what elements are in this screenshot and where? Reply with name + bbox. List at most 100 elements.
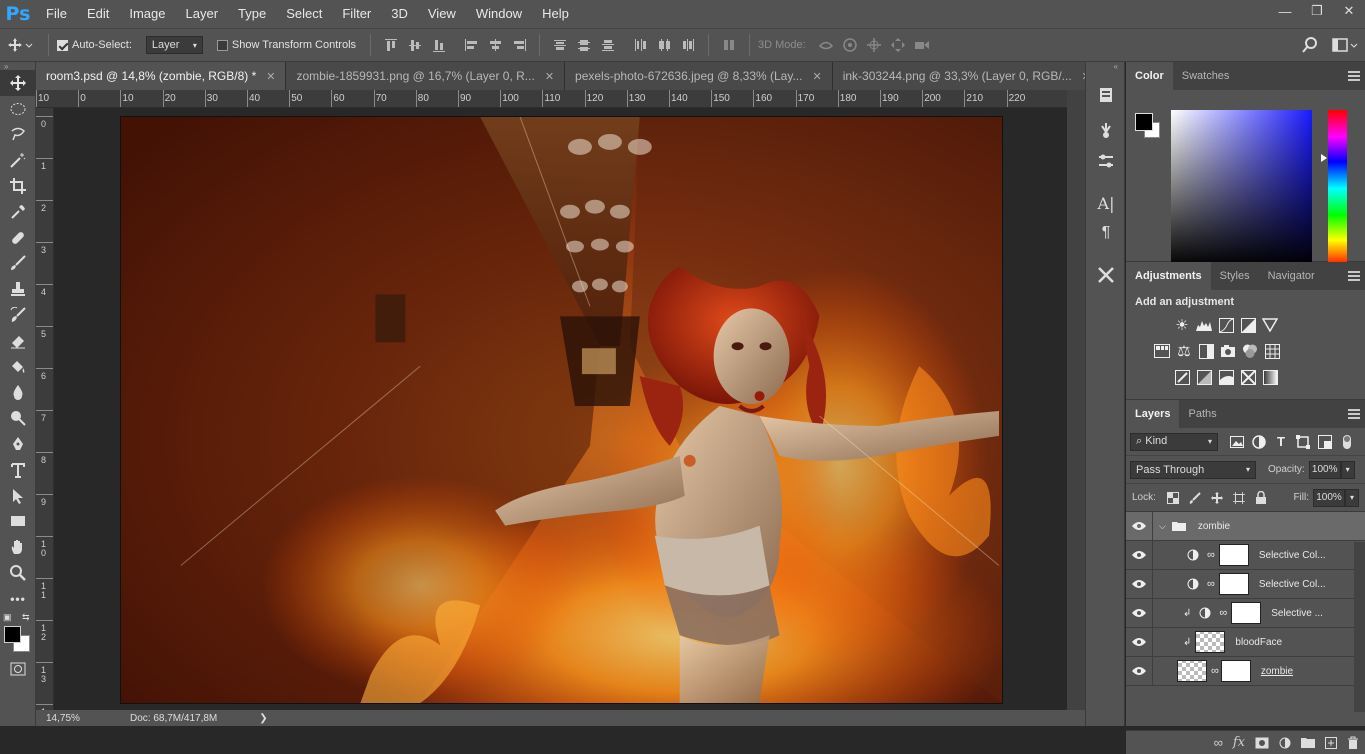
- tab-ink-png[interactable]: ink-303244.png @ 33,3% (Layer 0, RGB/...…: [832, 62, 1102, 90]
- eyedropper-tool-icon[interactable]: [0, 199, 36, 225]
- tool-presets-icon[interactable]: [1086, 260, 1126, 290]
- layer-name[interactable]: zombie: [1261, 666, 1293, 677]
- layer-row-selective-color-3[interactable]: ↲ ∞ Selective ...: [1126, 598, 1365, 628]
- link-icon[interactable]: ∞: [1219, 607, 1227, 619]
- 3d-pan-icon[interactable]: [862, 33, 886, 57]
- distribute-left-icon[interactable]: [628, 33, 652, 57]
- menu-3d[interactable]: 3D: [381, 0, 418, 28]
- brush-presets-icon[interactable]: [1086, 146, 1126, 176]
- new-group-icon[interactable]: [1301, 737, 1315, 748]
- black-white-icon[interactable]: [1195, 338, 1217, 364]
- layer-mask-thumbnail[interactable]: [1218, 544, 1249, 566]
- auto-select-checkbox[interactable]: [57, 39, 68, 51]
- swap-colors-icon[interactable]: ⇆: [22, 612, 30, 623]
- ruler-horizontal[interactable]: 10 0 10 20 30 40 50 60 70 80 90 100 110 120 130 140 150 1…: [36, 90, 1067, 108]
- tab-zombie-png[interactable]: zombie-1859931.png @ 16,7% (Layer 0, R..…: [286, 62, 566, 90]
- crop-tool-icon[interactable]: [0, 173, 36, 199]
- chevron-down-icon[interactable]: ▾: [1345, 488, 1359, 507]
- menu-select[interactable]: Select: [276, 0, 332, 28]
- tab-styles[interactable]: Styles: [1211, 262, 1259, 290]
- layer-row-selective-color-1[interactable]: ∞ Selective Col...: [1126, 540, 1365, 570]
- layer-row-bloodface[interactable]: ↲ bloodFace: [1126, 627, 1365, 657]
- vibrance-icon[interactable]: [1259, 312, 1281, 338]
- align-left-icon[interactable]: [459, 33, 483, 57]
- color-lookup-icon[interactable]: [1261, 338, 1283, 364]
- curves-icon[interactable]: [1215, 312, 1237, 338]
- menu-type[interactable]: Type: [228, 0, 276, 28]
- photo-filter-icon[interactable]: [1217, 338, 1239, 364]
- layer-name[interactable]: Selective Col...: [1259, 550, 1326, 561]
- auto-select-target-dropdown[interactable]: Layer ▾: [145, 36, 203, 54]
- lasso-tool-icon[interactable]: [0, 122, 36, 148]
- restore-icon[interactable]: ❐: [1301, 0, 1333, 22]
- auto-align-icon[interactable]: [717, 33, 741, 57]
- menu-view[interactable]: View: [418, 0, 466, 28]
- 3d-slide-icon[interactable]: [886, 33, 910, 57]
- type-tool-icon[interactable]: [0, 457, 36, 483]
- foreground-color-swatch[interactable]: [1135, 113, 1153, 131]
- magic-wand-tool-icon[interactable]: [0, 147, 36, 173]
- zoom-tool-icon[interactable]: [0, 560, 36, 586]
- visibility-eye-icon[interactable]: [1126, 666, 1152, 676]
- close-icon[interactable]: ✕: [545, 70, 554, 83]
- canvas-area[interactable]: [55, 108, 1067, 710]
- search-icon[interactable]: [1295, 37, 1325, 53]
- blur-tool-icon[interactable]: [0, 380, 36, 406]
- foreground-color-swatch[interactable]: [4, 625, 21, 643]
- delete-layer-icon[interactable]: [1347, 736, 1359, 749]
- layer-thumbnail[interactable]: [1195, 631, 1226, 653]
- opacity-input[interactable]: 100%: [1308, 460, 1341, 479]
- visibility-eye-icon[interactable]: [1126, 579, 1152, 589]
- selective-color-icon[interactable]: [1237, 364, 1259, 390]
- layer-name[interactable]: Selective ...: [1271, 608, 1323, 619]
- menu-layer[interactable]: Layer: [176, 0, 229, 28]
- close-icon[interactable]: ✕: [1333, 0, 1365, 22]
- tab-swatches[interactable]: Swatches: [1173, 62, 1239, 90]
- tab-pexels-photo[interactable]: pexels-photo-672636.jpeg @ 8,33% (Lay...…: [565, 62, 833, 90]
- tab-room3[interactable]: room3.psd @ 14,8% (zombie, RGB/8) * ✕: [36, 62, 287, 90]
- visibility-eye-icon[interactable]: [1126, 637, 1152, 647]
- quick-mask-icon[interactable]: [0, 656, 36, 682]
- expand-panels-icon[interactable]: «: [1086, 62, 1124, 74]
- align-right-icon[interactable]: [507, 33, 531, 57]
- ruler-vertical[interactable]: 01234567891 01 11 21 31 4: [36, 108, 54, 726]
- tab-paths[interactable]: Paths: [1179, 400, 1225, 428]
- panel-menu-icon[interactable]: [1348, 71, 1360, 81]
- align-bottom-icon[interactable]: [427, 33, 451, 57]
- rectangle-tool-icon[interactable]: [0, 509, 36, 535]
- link-icon[interactable]: ∞: [1211, 665, 1219, 677]
- zoom-level[interactable]: 14,75%: [36, 712, 96, 724]
- link-icon[interactable]: ∞: [1207, 578, 1215, 590]
- chevron-down-icon[interactable]: ▾: [1340, 460, 1355, 479]
- lock-pixels-icon[interactable]: [1184, 485, 1206, 511]
- hand-tool-icon[interactable]: [0, 534, 36, 560]
- move-tool-icon[interactable]: [0, 70, 36, 96]
- path-selection-tool-icon[interactable]: [0, 483, 36, 509]
- toolbox-collapse-icon[interactable]: »: [0, 62, 35, 71]
- layer-thumbnail[interactable]: [1177, 660, 1207, 682]
- hue-slider-handle[interactable]: [1321, 154, 1327, 162]
- brightness-contrast-icon[interactable]: ☀: [1171, 312, 1193, 338]
- filter-toggle-icon[interactable]: [1336, 429, 1358, 455]
- paint-bucket-tool-icon[interactable]: [0, 354, 36, 380]
- filter-shape-icon[interactable]: [1292, 429, 1314, 455]
- distribute-right-icon[interactable]: [676, 33, 700, 57]
- layer-name[interactable]: bloodFace: [1235, 637, 1282, 648]
- panel-menu-icon[interactable]: [1348, 409, 1360, 419]
- gradient-map-icon[interactable]: [1259, 364, 1281, 390]
- tab-color[interactable]: Color: [1126, 62, 1173, 90]
- color-field[interactable]: [1171, 110, 1312, 271]
- close-icon[interactable]: ✕: [266, 70, 275, 83]
- panel-menu-icon[interactable]: [1348, 271, 1360, 281]
- posterize-icon[interactable]: [1193, 364, 1215, 390]
- distribute-top-icon[interactable]: [548, 33, 572, 57]
- threshold-icon[interactable]: [1215, 364, 1237, 390]
- align-top-icon[interactable]: [379, 33, 403, 57]
- document-artwork[interactable]: [120, 116, 1003, 704]
- distribute-bottom-icon[interactable]: [596, 33, 620, 57]
- distribute-vcenter-icon[interactable]: [572, 33, 596, 57]
- filter-kind-dropdown[interactable]: ⌕ Kind ▾: [1130, 432, 1218, 451]
- paragraph-panel-icon[interactable]: ¶: [1086, 218, 1126, 248]
- minimize-icon[interactable]: —: [1269, 0, 1301, 22]
- dodge-tool-icon[interactable]: [0, 405, 36, 431]
